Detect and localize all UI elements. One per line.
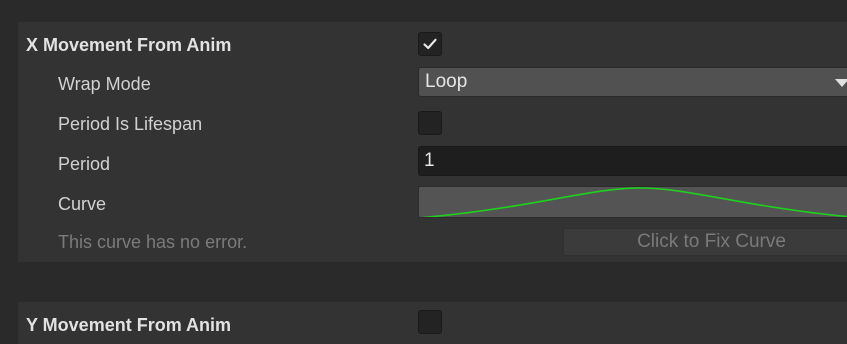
- curve-preview: [420, 187, 847, 217]
- period-value: 1: [424, 150, 435, 171]
- y-movement-checkbox[interactable]: [418, 310, 442, 334]
- period-is-lifespan-label: Period Is Lifespan: [58, 114, 203, 134]
- period-field[interactable]: 1: [418, 146, 847, 176]
- y-movement-section: Y Movement From Anim: [18, 302, 847, 344]
- triangle-down-icon: [835, 79, 847, 87]
- wrap-mode-value: Loop: [425, 71, 468, 92]
- wrap-mode-dropdown[interactable]: Loop: [418, 67, 847, 97]
- checkmark-icon: [423, 38, 437, 50]
- x-movement-title: X Movement From Anim: [26, 35, 232, 55]
- curve-status-text: This curve has no error.: [58, 232, 248, 252]
- period-is-lifespan-checkbox[interactable]: [418, 111, 442, 135]
- y-movement-title: Y Movement From Anim: [26, 315, 232, 335]
- wrap-mode-label: Wrap Mode: [58, 74, 151, 94]
- x-movement-checkbox[interactable]: [418, 32, 442, 56]
- curve-label: Curve: [58, 194, 107, 214]
- fix-curve-button[interactable]: Click to Fix Curve: [563, 228, 847, 256]
- x-movement-section: X Movement From Anim Wrap Mode Loop Peri…: [18, 22, 847, 262]
- period-label: Period: [58, 154, 111, 174]
- inspector-panel: X Movement From Anim Wrap Mode Loop Peri…: [0, 0, 847, 344]
- curve-field[interactable]: [418, 186, 847, 218]
